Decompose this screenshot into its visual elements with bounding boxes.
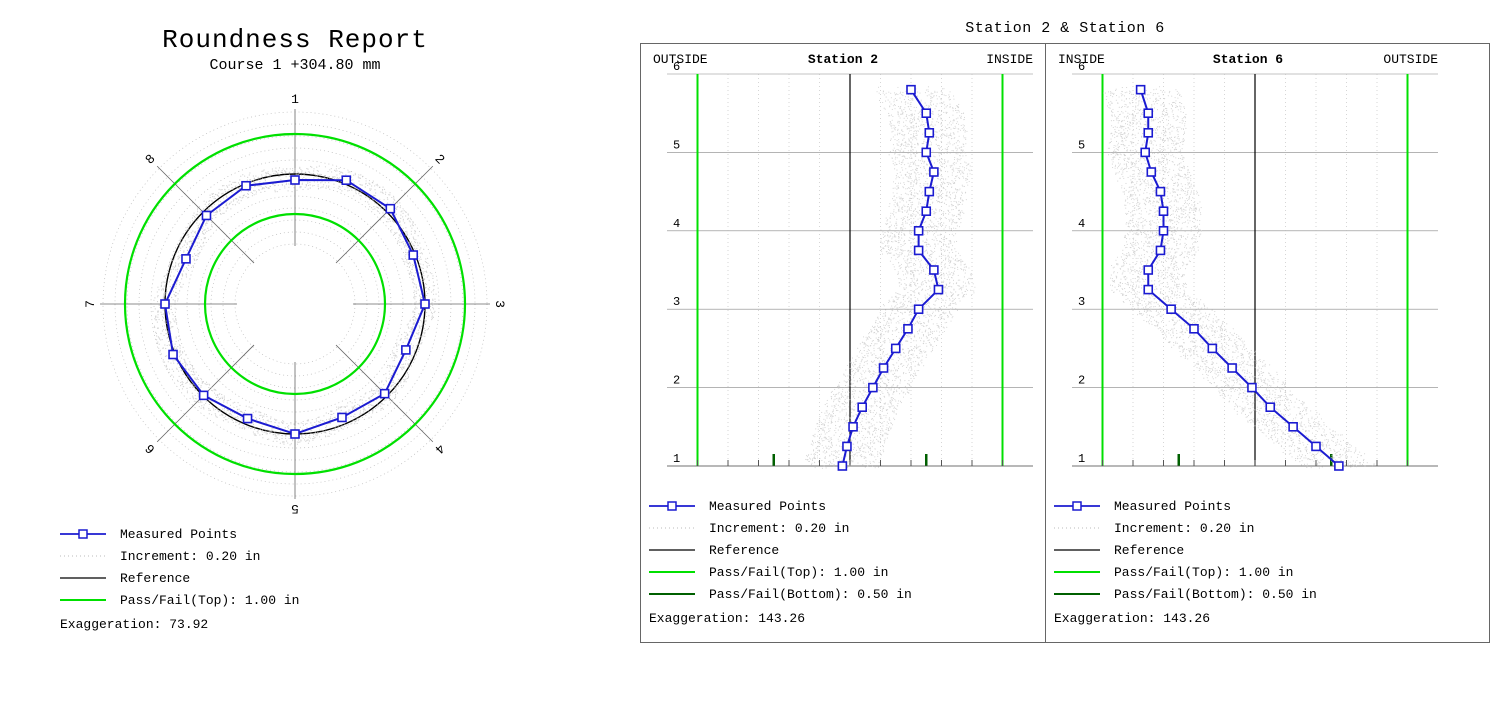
station-panel-6: INSIDE Station 6 OUTSIDE 123456 Measured… — [1046, 44, 1450, 642]
svg-text:1: 1 — [1078, 452, 1085, 466]
svg-text:7: 7 — [85, 300, 98, 308]
roundness-report-panel: Roundness Report Course 1 +304.80 mm 1 2 3… — [60, 25, 530, 636]
svg-text:5: 5 — [673, 138, 680, 152]
svg-text:4: 4 — [1078, 217, 1085, 231]
svg-text:5: 5 — [291, 501, 299, 514]
stations-title: Station 2 & Station 6 — [640, 20, 1490, 37]
roundness-subtitle: Course 1 +304.80 mm — [60, 57, 530, 74]
svg-text:3: 3 — [673, 295, 680, 309]
polar-chart: 1 2 3 4 5 6 7 8 — [85, 94, 505, 514]
roundness-title: Roundness Report — [60, 25, 530, 55]
svg-text:2: 2 — [673, 374, 680, 388]
svg-text:4: 4 — [673, 217, 680, 231]
svg-text:2: 2 — [432, 151, 448, 167]
svg-text:2: 2 — [1078, 374, 1085, 388]
svg-text:3: 3 — [1078, 295, 1085, 309]
panel-right-label: INSIDE — [986, 52, 1033, 67]
panel-title: Station 2 — [641, 52, 1045, 67]
svg-text:1: 1 — [673, 452, 680, 466]
svg-text:1: 1 — [291, 94, 299, 107]
svg-text:3: 3 — [492, 300, 505, 308]
svg-text:5: 5 — [1078, 138, 1085, 152]
station-legend: Measured Points Increment: 0.20 in Refer… — [1046, 484, 1450, 642]
legend-passfail-top: Pass/Fail(Top): 1.00 in — [120, 593, 299, 608]
legend-exaggeration: Exaggeration: 73.92 — [60, 617, 208, 632]
station-panels: Station 2 & Station 6 OUTSIDE Station 2 … — [640, 20, 1490, 643]
svg-text:6: 6 — [142, 441, 158, 457]
station-panel-2: OUTSIDE Station 2 INSIDE 123456 Measured… — [641, 44, 1046, 642]
legend-reference: Reference — [120, 571, 190, 586]
svg-text:4: 4 — [431, 441, 447, 457]
svg-text:8: 8 — [142, 151, 158, 167]
legend-increment: Increment: 0.20 in — [120, 549, 260, 564]
station-legend: Measured Points Increment: 0.20 in Refer… — [641, 484, 1045, 642]
panel-right-label: OUTSIDE — [1383, 52, 1438, 67]
legend-measured: Measured Points — [120, 527, 237, 542]
polar-legend: Measured Points Increment: 0.20 in Refer… — [60, 524, 530, 634]
